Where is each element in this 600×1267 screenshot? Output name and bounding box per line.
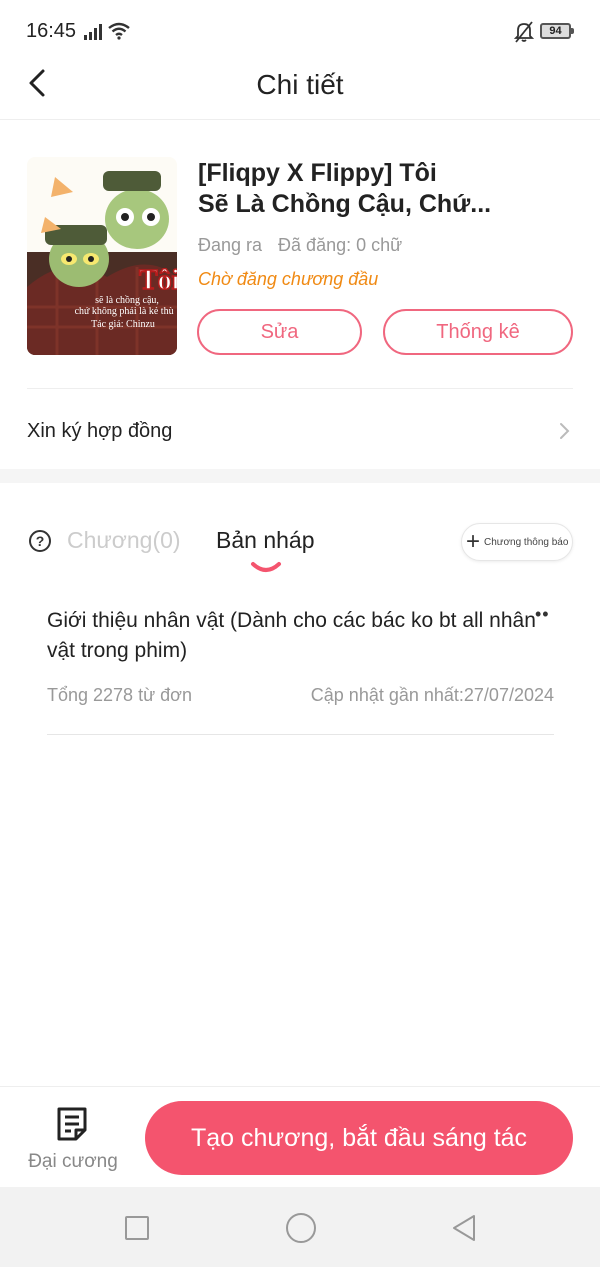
draft-updated: Cập nhật gần nhất:27/07/2024 bbox=[310, 685, 554, 705]
signal-icon bbox=[84, 24, 102, 40]
outline-label: Đại cương bbox=[28, 1151, 118, 1172]
book-published-count: Đã đăng: 0 chữ bbox=[278, 235, 403, 255]
battery-icon: 94 bbox=[540, 23, 574, 39]
document-icon bbox=[57, 1107, 87, 1141]
stats-button[interactable]: Thống kê bbox=[383, 309, 573, 355]
tab-drafts[interactable]: Bản nháp bbox=[216, 527, 314, 554]
nav-square-icon[interactable] bbox=[125, 1216, 149, 1240]
cover-line-2: chứ không phải là kẻ thù ! bbox=[75, 306, 177, 317]
help-circle-icon[interactable]: ? bbox=[29, 530, 51, 552]
cover-author: Tác giả: Chinzu bbox=[91, 319, 155, 330]
draft-item[interactable]: Giới thiệu nhân vật (Dành cho các bác ko… bbox=[47, 600, 554, 735]
wifi-icon bbox=[108, 22, 130, 40]
contract-row[interactable]: Xin ký hợp đồng bbox=[0, 389, 600, 469]
draft-word-count: Tổng 2278 từ đơn bbox=[47, 685, 192, 705]
chevron-right-icon bbox=[560, 423, 570, 439]
tab-active-indicator bbox=[251, 562, 281, 572]
book-cover[interactable]: Tôi sẽ là chồng cậu, chứ không phải là k… bbox=[27, 157, 177, 355]
book-meta: Đang ra Đã đăng: 0 chữ bbox=[198, 235, 402, 256]
cover-line-1: sẽ là chồng cậu, bbox=[95, 295, 159, 306]
draft-title: Giới thiệu nhân vật (Dành cho các bác ko… bbox=[47, 609, 536, 662]
nav-triangle-icon[interactable] bbox=[450, 1213, 478, 1243]
cover-title-text: Tôi bbox=[139, 265, 177, 296]
tab-chapters[interactable]: Chương(0) bbox=[67, 527, 181, 554]
book-title-line-2: Sẽ Là Chồng Cậu, Chứ... bbox=[198, 190, 492, 218]
notice-chapter-label: Chương thông báo bbox=[484, 537, 569, 548]
status-time: 16:45 bbox=[26, 20, 77, 42]
book-title-line-1: [Fliqpy X Flippy] Tôi bbox=[198, 159, 437, 187]
notice-chapter-button[interactable]: + Chương thông báo bbox=[461, 523, 573, 561]
header: Chi tiết bbox=[0, 62, 600, 120]
bottom-action-bar: Đại cương Tạo chương, bắt đầu sáng tác bbox=[0, 1086, 600, 1187]
more-icon[interactable]: •• bbox=[535, 604, 550, 625]
plus-icon: + bbox=[466, 528, 481, 555]
page-title: Chi tiết bbox=[256, 69, 344, 100]
contract-label: Xin ký hợp đồng bbox=[27, 420, 173, 442]
bell-off-icon bbox=[514, 21, 534, 43]
edit-button[interactable]: Sửa bbox=[197, 309, 362, 355]
section-gap bbox=[0, 469, 600, 483]
book-state: Đang ra bbox=[198, 235, 263, 255]
book-title: [Fliqpy X Flippy] Tôi Sẽ Là Chồng Cậu, C… bbox=[198, 158, 578, 220]
outline-button[interactable]: Đại cương bbox=[20, 1101, 126, 1177]
pending-status: Chờ đăng chương đầu bbox=[198, 269, 379, 289]
system-nav-bar bbox=[0, 1187, 600, 1267]
status-bar: 16:45 94 bbox=[0, 0, 600, 62]
create-chapter-button[interactable]: Tạo chương, bắt đầu sáng tác bbox=[145, 1101, 573, 1175]
nav-circle-icon[interactable] bbox=[286, 1213, 316, 1243]
